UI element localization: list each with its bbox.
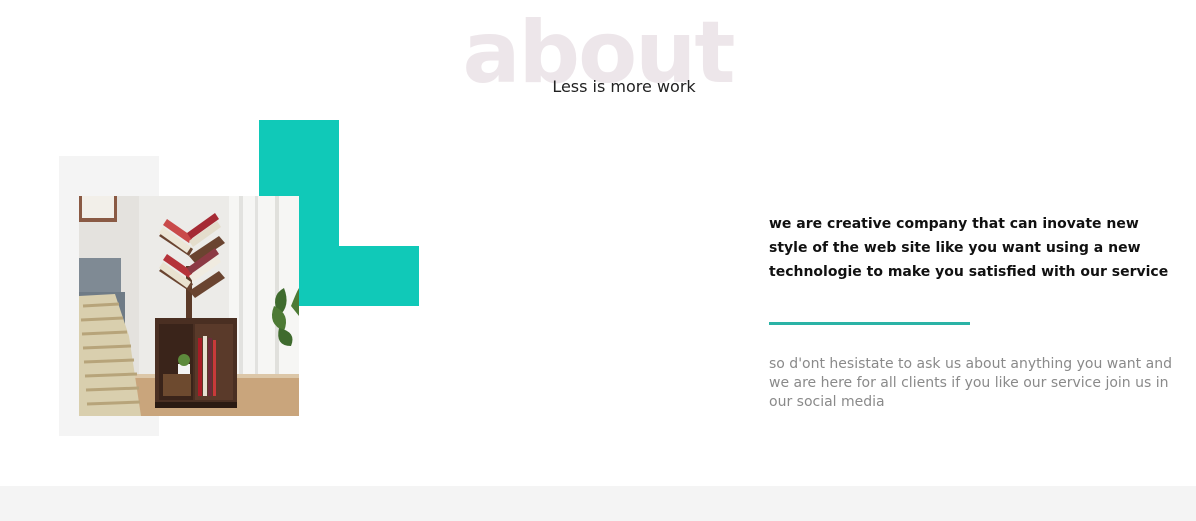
- bookshelf-illustration: [79, 196, 299, 416]
- about-subtitle: Less is more work: [552, 77, 696, 96]
- next-section-band: [0, 486, 1196, 521]
- teal-divider: [769, 322, 970, 325]
- about-body-text: so d'ont hesistate to ask us about anyth…: [769, 356, 1172, 410]
- about-photo: [79, 196, 299, 416]
- about-headline: we are creative company that can inovate…: [769, 216, 1169, 280]
- about-section: about Less is more work we are creative …: [0, 0, 1196, 521]
